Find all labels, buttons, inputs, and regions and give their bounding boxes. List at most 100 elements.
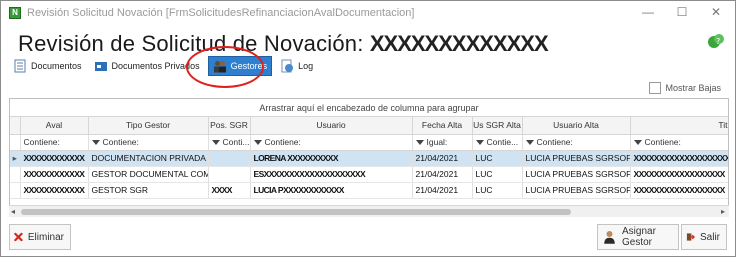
svg-text:?: ? [716, 37, 720, 46]
column-header-usuario-alta[interactable]: Usuario Alta [522, 117, 631, 135]
document-icon [14, 59, 26, 73]
tab-documentos[interactable]: Documentos [9, 56, 86, 76]
column-header-pos-sgr[interactable]: Pos. SGR [208, 117, 251, 135]
asignar-gestor-button[interactable]: Asignar Gestor [597, 224, 679, 250]
filter-us-sgr-alta[interactable]: Contie... [472, 134, 523, 151]
gestores-grid: Arrastrar aquí el encabezado de columna … [9, 98, 729, 216]
filter-aval[interactable]: Contiene: [20, 134, 89, 151]
cell-fecha-alta[interactable]: 21/04/2021 [412, 182, 473, 199]
cell-usuario[interactable]: ESXXXXXXXXXXXXXXXXXXXX [250, 166, 413, 183]
column-header-titular[interactable]: Titular [630, 117, 728, 135]
help-icon[interactable]: ? [707, 33, 725, 49]
cell-us-sgr-alta[interactable]: LUC [472, 166, 523, 183]
filter-fecha-alta[interactable]: Igual: [412, 134, 473, 151]
filter-icon[interactable] [475, 139, 484, 145]
redacted-request-id: XXXXXXXXXXXXX [369, 31, 549, 56]
column-header-tipo-gestor[interactable]: Tipo Gestor [88, 117, 209, 135]
app-window: N Revisión Solicitud Novación [FrmSolici… [0, 0, 736, 257]
cell-titular[interactable]: XXXXXXXXXXXXXXXXXX [630, 182, 728, 199]
tab-strip: Documentos Documentos Privados Gestores [9, 56, 321, 76]
filter-tipo-gestor[interactable]: Contiene: [88, 134, 209, 151]
filter-usuario-alta-text: Contiene: [536, 137, 573, 147]
cell-us-sgr-alta[interactable]: LUC [472, 150, 523, 167]
filter-icon[interactable] [211, 139, 220, 145]
title-bar: N Revisión Solicitud Novación [FrmSolici… [1, 1, 735, 25]
cell-pos-sgr[interactable]: XXXX [208, 182, 251, 199]
page-title-text: Revisión de Solicitud de Novación: [18, 31, 364, 56]
scroll-right-icon[interactable]: ▸ [721, 207, 725, 216]
cell-aval[interactable]: XXXXXXXXXXXX [20, 150, 89, 167]
column-header-us-sgr-alta[interactable]: Us SGR Alta [472, 117, 523, 135]
column-header-fecha-alta[interactable]: Fecha Alta [412, 117, 473, 135]
window-title: Revisión Solicitud Novación [FrmSolicitu… [27, 7, 415, 19]
scroll-left-icon[interactable]: ◂ [11, 207, 15, 216]
filter-fecha-alta-text: Igual: [426, 137, 448, 147]
cell-usuario-alta[interactable]: LUCIA PRUEBAS SGRSOFT [522, 182, 631, 199]
filter-row: Contiene: Contiene: Conti... Contiene: I… [10, 134, 728, 151]
row-selector [10, 166, 21, 183]
table-row[interactable]: XXXXXXXXXXXX GESTOR DOCUMENTAL COMP... E… [10, 166, 728, 183]
filter-us-sgr-alta-text: Contie... [486, 137, 519, 147]
maximize-button[interactable]: ☐ [665, 1, 699, 25]
gestores-table: Aval Tipo Gestor Pos. SGR Usuario Fecha … [10, 117, 728, 199]
filter-usuario-alta[interactable]: Contiene: [522, 134, 631, 151]
column-header-aval[interactable]: Aval [20, 117, 89, 135]
cell-titular[interactable]: XXXXXXXXXXXXXXXXXX [630, 166, 728, 183]
cell-tipo-gestor[interactable]: GESTOR DOCUMENTAL COMP... [88, 166, 209, 183]
cell-fecha-alta[interactable]: 21/04/2021 [412, 166, 473, 183]
cell-aval[interactable]: XXXXXXXXXXXX [20, 182, 89, 199]
checkbox-box[interactable] [649, 82, 662, 94]
filter-icon[interactable] [633, 139, 642, 145]
delete-icon [14, 232, 23, 242]
group-by-panel[interactable]: Arrastrar aquí el encabezado de columna … [10, 99, 728, 117]
cell-aval[interactable]: XXXXXXXXXXXX [20, 166, 89, 183]
filter-icon[interactable] [525, 139, 534, 145]
table-row[interactable]: XXXXXXXXXXXX GESTOR SGR XXXX LUCIA PXXXX… [10, 182, 728, 199]
filter-icon[interactable] [91, 139, 100, 145]
highlight-ring [186, 46, 264, 88]
filter-usuario[interactable]: Contiene: [250, 134, 413, 151]
cell-tipo-gestor[interactable]: DOCUMENTACION PRIVADA [88, 150, 209, 167]
cell-tipo-gestor[interactable]: GESTOR SGR [88, 182, 209, 199]
minimize-button[interactable]: — [631, 1, 665, 25]
cell-fecha-alta[interactable]: 21/04/2021 [412, 150, 473, 167]
horizontal-scrollbar[interactable]: ◂ ▸ [9, 205, 729, 217]
scrollbar-thumb[interactable] [21, 209, 571, 215]
window-controls: — ☐ ✕ [631, 1, 733, 25]
table-row[interactable]: ▸ XXXXXXXXXXXX DOCUMENTACION PRIVADA LOR… [10, 150, 728, 167]
tab-log[interactable]: Log [276, 56, 317, 76]
salir-button[interactable]: Salir [681, 224, 727, 250]
cell-usuario-alta[interactable]: LUCIA PRUEBAS SGRSOFT [522, 150, 631, 167]
mostrar-bajas-label: Mostrar Bajas [665, 83, 721, 93]
row-pointer-icon: ▸ [10, 150, 21, 167]
user-icon [604, 231, 615, 244]
cell-usuario[interactable]: LORENA XXXXXXXXXX [250, 150, 413, 167]
filter-titular-text: Contiene: [644, 137, 681, 147]
filter-icon[interactable] [415, 139, 424, 145]
log-icon [281, 59, 294, 73]
cell-pos-sgr[interactable] [208, 150, 251, 167]
mostrar-bajas-checkbox[interactable]: Mostrar Bajas [649, 82, 721, 94]
close-button[interactable]: ✕ [699, 1, 733, 25]
column-header-usuario[interactable]: Usuario [250, 117, 413, 135]
filter-tipo-gestor-text: Contiene: [102, 137, 139, 147]
cell-usuario[interactable]: LUCIA PXXXXXXXXXXXX [250, 182, 413, 199]
page-title: Revisión de Solicitud de Novación: XXXXX… [18, 31, 549, 57]
filter-pos-sgr-text: Conti... [222, 137, 250, 147]
filter-titular[interactable]: Contiene: [630, 134, 728, 151]
eliminar-label: Eliminar [27, 231, 64, 243]
exit-icon [686, 233, 695, 241]
row-selector-header [10, 117, 21, 135]
cell-usuario-alta[interactable]: LUCIA PRUEBAS SGRSOFT [522, 166, 631, 183]
cell-titular[interactable]: XXXXXXXXXXXXXXXXXXX [630, 150, 728, 167]
private-documents-icon [94, 62, 107, 71]
eliminar-button[interactable]: Eliminar [9, 224, 71, 250]
cell-pos-sgr[interactable] [208, 166, 251, 183]
filter-usuario-text: Contiene: [264, 137, 301, 147]
tab-log-label: Log [298, 61, 314, 71]
header-row: Aval Tipo Gestor Pos. SGR Usuario Fecha … [10, 117, 728, 135]
filter-row-selector [10, 134, 21, 151]
filter-icon[interactable] [253, 139, 262, 145]
filter-pos-sgr[interactable]: Conti... [208, 134, 251, 151]
cell-us-sgr-alta[interactable]: LUC [472, 182, 523, 199]
